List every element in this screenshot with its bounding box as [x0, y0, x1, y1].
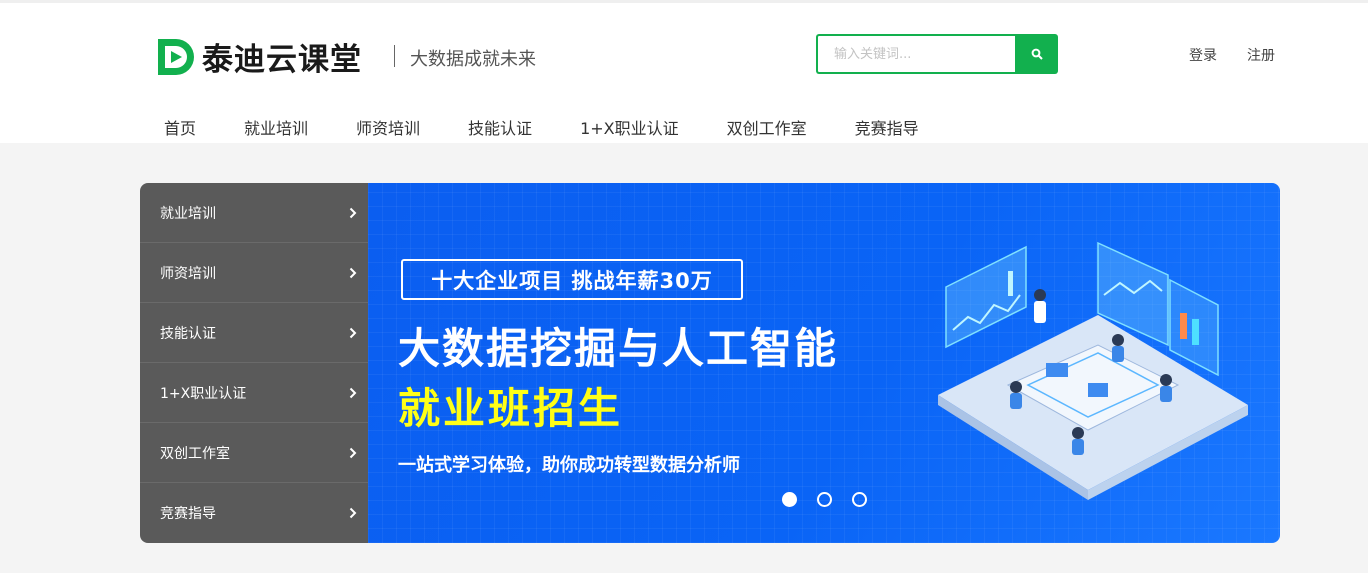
menu-item-studio[interactable]: 双创工作室	[140, 423, 368, 483]
carousel-dot-2[interactable]	[817, 492, 832, 507]
carousel-dot-1[interactable]	[782, 492, 797, 507]
register-link[interactable]: 注册	[1247, 45, 1275, 65]
login-link[interactable]: 登录	[1189, 45, 1217, 65]
logo-divider	[394, 45, 395, 67]
menu-item-label: 竞赛指导	[160, 506, 216, 522]
menu-item-employment[interactable]: 就业培训	[140, 183, 368, 243]
chevron-right-icon	[349, 207, 357, 218]
data-office-illustration	[938, 241, 1248, 500]
nav-item-teacher[interactable]: 师资培训	[356, 115, 420, 139]
menu-item-competition[interactable]: 竞赛指导	[140, 483, 368, 543]
search-icon	[1031, 48, 1043, 60]
menu-item-certification[interactable]: 技能认证	[140, 303, 368, 363]
menu-item-1x[interactable]: 1+X职业认证	[140, 363, 368, 423]
chevron-right-icon	[349, 327, 357, 338]
hero-banner[interactable]: 十大企业项目 挑战年薪30万 大数据挖掘与人工智能 就业班招生 一站式学习体验，…	[368, 183, 1280, 543]
nav-item-1x[interactable]: 1+X职业认证	[580, 115, 679, 139]
banner-title: 大数据挖掘与人工智能	[398, 324, 839, 373]
search-input[interactable]	[816, 34, 1015, 74]
menu-item-label: 1+X职业认证	[160, 385, 247, 402]
banner-subtitle: 一站式学习体验，助你成功转型数据分析师	[398, 455, 740, 476]
chevron-right-icon	[349, 387, 357, 398]
nav-item-employment[interactable]: 就业培训	[244, 115, 308, 139]
logo-mark-icon	[158, 38, 194, 75]
chevron-right-icon	[349, 507, 357, 519]
menu-item-label: 就业培训	[160, 205, 216, 222]
logo[interactable]: 泰迪云课堂	[154, 34, 362, 79]
category-menu: 就业培训 师资培训 技能认证 1+X职业认证 双创工作室 竞赛指导	[140, 183, 368, 543]
brand-name: 泰迪云课堂	[202, 42, 362, 78]
main-nav: 首页 就业培训 师资培训 技能认证 1+X职业认证 双创工作室 竞赛指导	[164, 115, 967, 139]
nav-item-certification[interactable]: 技能认证	[468, 115, 532, 139]
site-header: 泰迪云课堂 大数据成就未来 登录 注册 首页 就业培训 师资培训 技能认证 1+…	[0, 0, 1368, 143]
carousel-dot-3[interactable]	[852, 492, 867, 507]
menu-item-label: 技能认证	[160, 325, 216, 342]
banner-highlight-title: 就业班招生	[398, 384, 624, 433]
carousel-indicators	[782, 492, 887, 507]
nav-item-studio[interactable]: 双创工作室	[727, 115, 807, 139]
nav-item-home[interactable]: 首页	[164, 115, 196, 139]
nav-item-competition[interactable]: 竞赛指导	[855, 115, 919, 139]
chevron-right-icon	[349, 447, 357, 458]
search-bar	[816, 34, 1058, 74]
banner-tagline: 十大企业项目 挑战年薪30万	[401, 259, 743, 300]
brand-slogan: 大数据成就未来	[410, 49, 536, 70]
menu-item-label: 师资培训	[160, 265, 216, 282]
chevron-right-icon	[349, 267, 357, 278]
menu-item-label: 双创工作室	[160, 445, 230, 462]
menu-item-teacher[interactable]: 师资培训	[140, 243, 368, 303]
search-button[interactable]	[1015, 34, 1058, 74]
